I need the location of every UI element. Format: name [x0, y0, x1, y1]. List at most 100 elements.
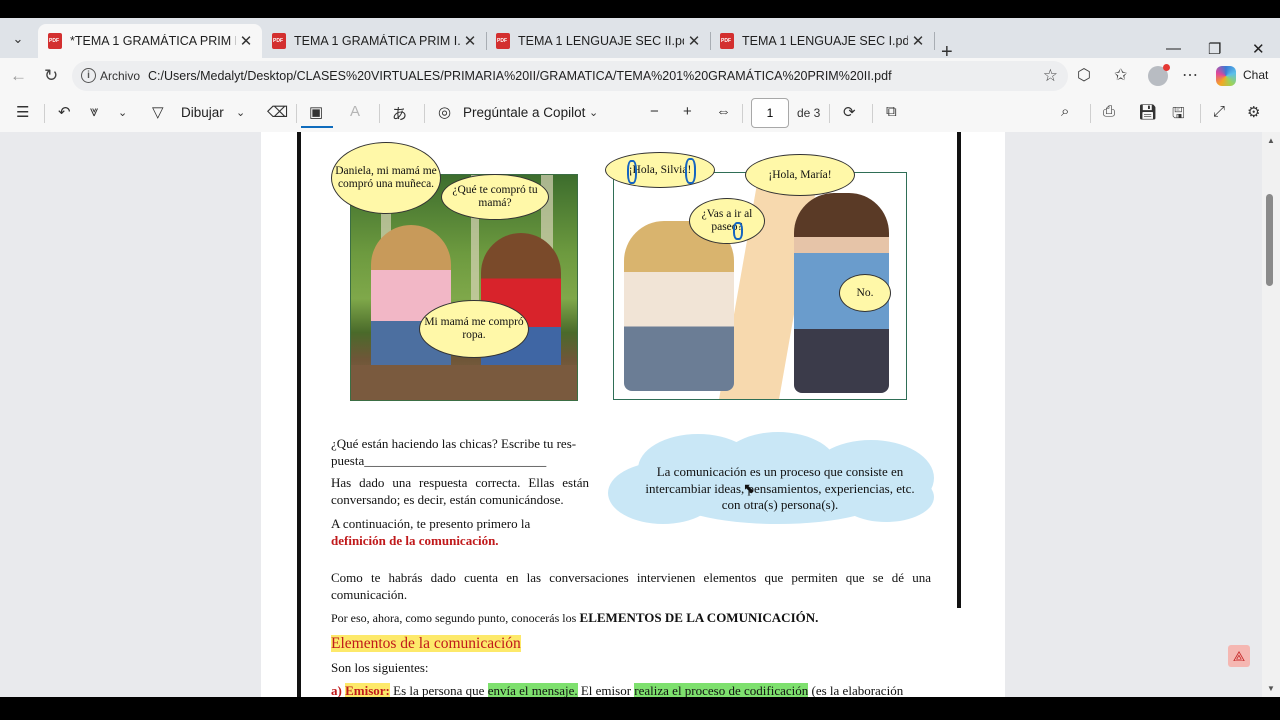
elements-intro-text: Como te habrás dado cuenta en las conver…: [331, 570, 931, 602]
tab-label: TEMA 1 LENGUAJE SEC II.pdf: [518, 34, 684, 48]
heading-rest: lementos de la comunicación: [340, 635, 521, 652]
undo-icon[interactable]: ↶: [58, 103, 71, 121]
correct-answer-text: Has dado una respuesta correcta. Ellas e…: [331, 475, 589, 507]
close-tab-icon[interactable]: ✕: [460, 32, 480, 50]
second-point-bold: ELEMENTOS DE LA COMUNICACIÓN.: [579, 610, 819, 625]
pdf-file-icon: [272, 33, 286, 49]
favorite-star-icon[interactable]: ☆: [1043, 66, 1058, 86]
zoom-out-icon[interactable]: −: [650, 103, 659, 120]
pen-annotation: [733, 222, 743, 240]
address-bar[interactable]: i Archivo C:/Users/Medalyt/Desktop/CLASE…: [72, 61, 1068, 91]
page-view-icon[interactable]: ⧉: [886, 103, 897, 120]
toolbar-divider: [379, 104, 380, 123]
tab-3[interactable]: TEMA 1 LENGUAJE SEC II.pdf ✕: [486, 24, 710, 58]
item-a-text2: El emisor: [580, 683, 632, 697]
highlight-icon[interactable]: ⩔: [90, 103, 98, 120]
second-point-pre: Por eso, ahora, como segundo punto, cono…: [331, 611, 577, 625]
save-icon[interactable]: 💾︎: [1138, 103, 1157, 121]
item-a: a) Emisor: Es la persona que envía el me…: [331, 683, 941, 697]
draw-icon[interactable]: ▽: [152, 103, 164, 121]
item-a-highlight2: realiza el proceso de codificación: [634, 683, 809, 697]
site-label: Archivo: [100, 69, 141, 83]
restore-icon: ❐: [1208, 41, 1222, 58]
tab-strip: ⌄ *TEMA 1 GRAMÁTICA PRIM II.pdf ✕ TEMA 1…: [0, 18, 1280, 62]
definition-heading: definición de la comunicación.: [331, 532, 499, 548]
pdf-viewer[interactable]: Daniela, mi mamá me compró una muñeca. ¿…: [0, 132, 1262, 697]
rotate-icon[interactable]: ⟳: [843, 103, 856, 121]
mouse-cursor: ⬉: [743, 482, 755, 497]
elements-heading: Elementos de la comunicación: [331, 634, 521, 654]
draw-button-label[interactable]: Dibujar: [181, 105, 224, 120]
text-tool-selected[interactable]: ▣: [301, 98, 333, 128]
url-text[interactable]: C:/Users/Medalyt/Desktop/CLASES%20VIRTUA…: [148, 69, 892, 83]
more-options-icon[interactable]: ⋯: [1182, 65, 1198, 85]
chevron-down-icon[interactable]: ⌄: [118, 106, 127, 119]
vertical-scrollbar[interactable]: ▲ ▼: [1262, 132, 1280, 697]
scrollbar-thumb[interactable]: [1266, 194, 1273, 286]
answer-line: ____________________________: [364, 452, 547, 468]
chat-button-label[interactable]: Chat: [1243, 68, 1268, 82]
zoom-in-icon[interactable]: +: [683, 103, 692, 120]
tab-actions-menu[interactable]: ⌄: [6, 27, 30, 51]
pdf-page: Daniela, mi mamá me compró una muñeca. ¿…: [261, 132, 1005, 697]
copilot-icon[interactable]: [1216, 66, 1236, 86]
chevron-down-icon[interactable]: ⌄: [589, 106, 598, 119]
fullscreen-icon[interactable]: ⤢: [1213, 103, 1225, 120]
speech-bubble: Mi mamá me compró ropa.: [419, 300, 529, 358]
tab-1[interactable]: *TEMA 1 GRAMÁTICA PRIM II.pdf ✕: [38, 24, 262, 58]
extensions-icon[interactable]: ⬡: [1077, 65, 1091, 85]
girl-with-phone-left: [624, 221, 734, 391]
favorites-icon[interactable]: ✩: [1114, 65, 1127, 85]
close-tab-icon[interactable]: ✕: [684, 32, 704, 50]
speech-bubble: ¿Vas a ir al paseo?: [689, 198, 765, 244]
ask-copilot-label[interactable]: Pregúntale a Copilot: [463, 105, 585, 120]
fit-page-icon[interactable]: ⇔: [716, 103, 731, 120]
close-tab-icon[interactable]: ✕: [236, 32, 256, 50]
read-aloud-icon[interactable]: あ: [392, 103, 407, 124]
eraser-icon[interactable]: ⌫: [267, 103, 288, 121]
print-icon[interactable]: ⎙: [1103, 103, 1115, 120]
tab-label: TEMA 1 GRAMÁTICA PRIM I.pdf: [294, 34, 460, 48]
restore-button[interactable]: ❐: [1208, 40, 1221, 58]
page-border-right: [957, 132, 961, 608]
item-a-label: Emisor:: [345, 683, 390, 697]
tab-label: *TEMA 1 GRAMÁTICA PRIM II.pdf: [70, 34, 236, 48]
chevron-down-icon: ⌄: [12, 31, 24, 46]
reload-button[interactable]: ↻: [44, 66, 58, 86]
tab-divider: [934, 32, 935, 50]
next-intro-text: A continuación, te presento primero la d…: [331, 516, 589, 549]
item-a-text3: (es la elaboración: [811, 683, 904, 697]
page-border-left: [297, 132, 301, 697]
tab-2[interactable]: TEMA 1 GRAMÁTICA PRIM I.pdf ✕: [262, 24, 486, 58]
pdf-toolbar: ☰ ↶ ⩔ ⌄ ▽ Dibujar ⌄ ⌫ ▣ A あ ◎ Pregúntale…: [0, 94, 1280, 133]
profile-avatar[interactable]: [1148, 64, 1170, 86]
tab-4[interactable]: TEMA 1 LENGUAJE SEC I.pdf ✕: [710, 24, 934, 58]
toolbar-divider: [1090, 104, 1091, 123]
girl-left: [371, 225, 451, 385]
back-button[interactable]: ←: [10, 66, 27, 86]
close-tab-icon[interactable]: ✕: [908, 32, 928, 50]
scroll-down-icon[interactable]: ▼: [1267, 684, 1275, 693]
question-text: ¿Qué están haciendo las chicas? Escribe …: [331, 436, 589, 469]
contents-list-icon[interactable]: ☰: [16, 103, 29, 121]
info-icon[interactable]: i: [81, 68, 96, 83]
chevron-down-icon[interactable]: ⌄: [236, 106, 245, 119]
item-a-highlight1: envía el mensaje.: [487, 683, 578, 697]
search-icon[interactable]: ⌕: [1061, 103, 1069, 120]
close-window-button[interactable]: ✕: [1252, 40, 1265, 58]
scroll-up-icon[interactable]: ▲: [1267, 136, 1275, 145]
page-number-input[interactable]: 1: [751, 98, 789, 128]
save-as-icon[interactable]: 🖫: [1172, 103, 1185, 128]
minimize-button[interactable]: —: [1166, 40, 1181, 57]
speech-bubble: ¡Hola, Silvia!: [605, 152, 715, 188]
speech-bubble: Daniela, mi mamá me compró una muñeca.: [331, 142, 441, 214]
copilot-icon[interactable]: ◎: [438, 103, 451, 121]
top-black-bar: [0, 0, 1280, 18]
text-size-icon: A: [350, 103, 361, 120]
adobe-acrobat-icon[interactable]: ⟁: [1228, 645, 1250, 667]
settings-gear-icon[interactable]: ⚙: [1247, 103, 1260, 121]
minimize-icon: —: [1166, 40, 1181, 57]
toolbar-divider: [1200, 104, 1201, 123]
toolbar-divider: [296, 104, 297, 123]
close-icon: ✕: [1252, 41, 1265, 58]
